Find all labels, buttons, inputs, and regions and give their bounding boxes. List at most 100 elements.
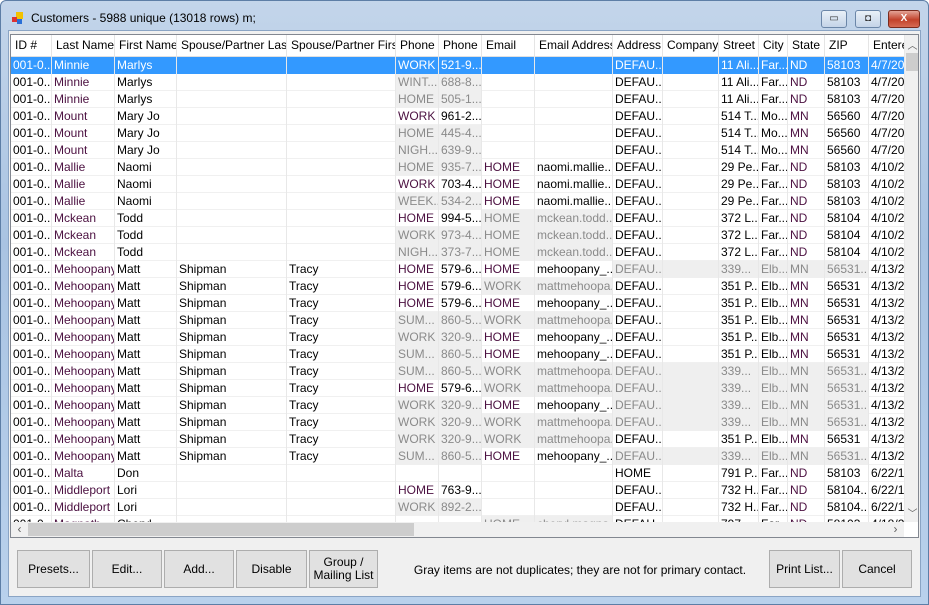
cell-last-name[interactable]: Middleport: [52, 499, 115, 516]
cell-company[interactable]: [663, 57, 719, 74]
cell-city[interactable]: Far...: [759, 74, 788, 91]
cell-phone[interactable]: 579-6...: [439, 261, 482, 278]
cell-email-address[interactable]: naomi.mallie...: [535, 176, 613, 193]
cell-address[interactable]: DEFAU...: [613, 244, 663, 261]
cell-first-name[interactable]: Don: [115, 465, 177, 482]
cell-spouse-partner-first[interactable]: Tracy: [287, 448, 396, 465]
cell-email-address[interactable]: mattmehoopa...: [535, 380, 613, 397]
cell-state[interactable]: MN: [788, 414, 825, 431]
cell-spouse-partner-last[interactable]: [177, 57, 287, 74]
cell-city[interactable]: Elb...: [759, 397, 788, 414]
cell-city[interactable]: Elb...: [759, 295, 788, 312]
cell-address[interactable]: DEFAU...: [613, 482, 663, 499]
cell-city[interactable]: Far...: [759, 499, 788, 516]
horizontal-scroll-thumb[interactable]: [28, 523, 414, 536]
cell-company[interactable]: [663, 448, 719, 465]
column-header-entered[interactable]: Entered: [869, 35, 906, 57]
cell-address[interactable]: DEFAU...: [613, 74, 663, 91]
cell-city[interactable]: Far...: [759, 176, 788, 193]
cell-phone[interactable]: 521-9...: [439, 57, 482, 74]
cell-phone[interactable]: 935-7...: [439, 159, 482, 176]
cell-company[interactable]: [663, 261, 719, 278]
table-row[interactable]: 001-0... Mckean Todd WORK 973-4... HOME mckean…: [11, 227, 904, 244]
cell-state[interactable]: MN: [788, 346, 825, 363]
cell-spouse-partner-first[interactable]: Tracy: [287, 295, 396, 312]
cell-state[interactable]: MN: [788, 431, 825, 448]
cell-email[interactable]: [482, 57, 535, 74]
cell-zip[interactable]: 58104: [825, 227, 869, 244]
cell-company[interactable]: [663, 193, 719, 210]
cell-street[interactable]: 732 H...: [719, 499, 759, 516]
cell-phone[interactable]: [396, 465, 439, 482]
cell-phone[interactable]: 994-5...: [439, 210, 482, 227]
cell-address[interactable]: DEFAU...: [613, 210, 663, 227]
cell-zip[interactable]: 58104...: [825, 499, 869, 516]
cell-first-name[interactable]: Matt: [115, 363, 177, 380]
cell-id[interactable]: 001-0...: [11, 91, 52, 108]
cell-state[interactable]: ND: [788, 244, 825, 261]
cell-city[interactable]: Far...: [759, 91, 788, 108]
cell-zip[interactable]: 58103: [825, 91, 869, 108]
cell-company[interactable]: [663, 210, 719, 227]
cell-city[interactable]: Elb...: [759, 414, 788, 431]
column-header-email[interactable]: Email: [482, 35, 535, 57]
cell-city[interactable]: Far...: [759, 227, 788, 244]
cell-address[interactable]: DEFAU...: [613, 57, 663, 74]
minimize-button[interactable]: ▭: [821, 10, 847, 28]
cell-state[interactable]: ND: [788, 193, 825, 210]
cell-last-name[interactable]: Mehoopany: [52, 312, 115, 329]
cell-company[interactable]: [663, 363, 719, 380]
cell-city[interactable]: Elb...: [759, 363, 788, 380]
cell-state[interactable]: MN: [788, 363, 825, 380]
cell-email[interactable]: [482, 482, 535, 499]
cell-id[interactable]: 001-0...: [11, 261, 52, 278]
table-row[interactable]: 001-0... Mehoopany Matt Shipman Tracy SUM... 8…: [11, 312, 904, 329]
cell-email-address[interactable]: mehoopany_...: [535, 448, 613, 465]
cell-first-name[interactable]: Mary Jo: [115, 142, 177, 159]
table-row[interactable]: 001-0... Mount Mary Jo HOME 445-4... DEFAU...…: [11, 125, 904, 142]
cell-address[interactable]: DEFAU...: [613, 295, 663, 312]
cell-phone[interactable]: HOME: [396, 91, 439, 108]
cell-spouse-partner-last[interactable]: [177, 125, 287, 142]
cell-phone[interactable]: HOME: [396, 159, 439, 176]
cell-phone[interactable]: SUM...: [396, 363, 439, 380]
cell-city[interactable]: Elb...: [759, 380, 788, 397]
cell-id[interactable]: 001-0...: [11, 227, 52, 244]
cell-phone[interactable]: 688-8...: [439, 74, 482, 91]
cell-spouse-partner-last[interactable]: Shipman: [177, 397, 287, 414]
table-row[interactable]: 001-0... Middleport Lori WORK 892-2... DEFAU.…: [11, 499, 904, 516]
cell-email-address[interactable]: [535, 74, 613, 91]
cell-zip[interactable]: 56531: [825, 329, 869, 346]
cell-last-name[interactable]: Mehoopany: [52, 295, 115, 312]
cell-company[interactable]: [663, 227, 719, 244]
table-row[interactable]: 001-0... Mckean Todd NIGH... 373-7... HOME mck…: [11, 244, 904, 261]
column-header-city[interactable]: City: [759, 35, 788, 57]
cell-first-name[interactable]: Marlys: [115, 91, 177, 108]
cell-first-name[interactable]: Matt: [115, 278, 177, 295]
cell-phone[interactable]: WORK: [396, 431, 439, 448]
cell-phone[interactable]: HOME: [396, 278, 439, 295]
cell-entered[interactable]: 6/22/19: [869, 499, 904, 516]
cell-zip[interactable]: 56560: [825, 125, 869, 142]
column-header-phone[interactable]: Phone: [439, 35, 482, 57]
cell-email-address[interactable]: mckean.todd...: [535, 210, 613, 227]
column-header-email-address[interactable]: Email Address: [535, 35, 613, 57]
cell-first-name[interactable]: Naomi: [115, 176, 177, 193]
cell-street[interactable]: 351 P...: [719, 346, 759, 363]
cell-last-name[interactable]: Mount: [52, 142, 115, 159]
cell-spouse-partner-last[interactable]: Shipman: [177, 312, 287, 329]
cell-zip[interactable]: 56531...: [825, 261, 869, 278]
cell-street[interactable]: 351 P...: [719, 329, 759, 346]
cell-last-name[interactable]: Mehoopany: [52, 261, 115, 278]
cell-phone[interactable]: 961-2...: [439, 108, 482, 125]
cell-city[interactable]: Far...: [759, 465, 788, 482]
cell-street[interactable]: 339...: [719, 380, 759, 397]
cell-email[interactable]: HOME: [482, 261, 535, 278]
cell-phone[interactable]: WORK: [396, 397, 439, 414]
table-row[interactable]: 001-0... Mehoopany Matt Shipman Tracy HOME 579…: [11, 380, 904, 397]
cell-first-name[interactable]: Matt: [115, 431, 177, 448]
cell-email[interactable]: HOME: [482, 397, 535, 414]
cell-last-name[interactable]: Mehoopany: [52, 346, 115, 363]
cell-spouse-partner-first[interactable]: [287, 108, 396, 125]
customers-grid[interactable]: ID # Last Name First Name Spouse/Partner La…: [10, 34, 919, 538]
